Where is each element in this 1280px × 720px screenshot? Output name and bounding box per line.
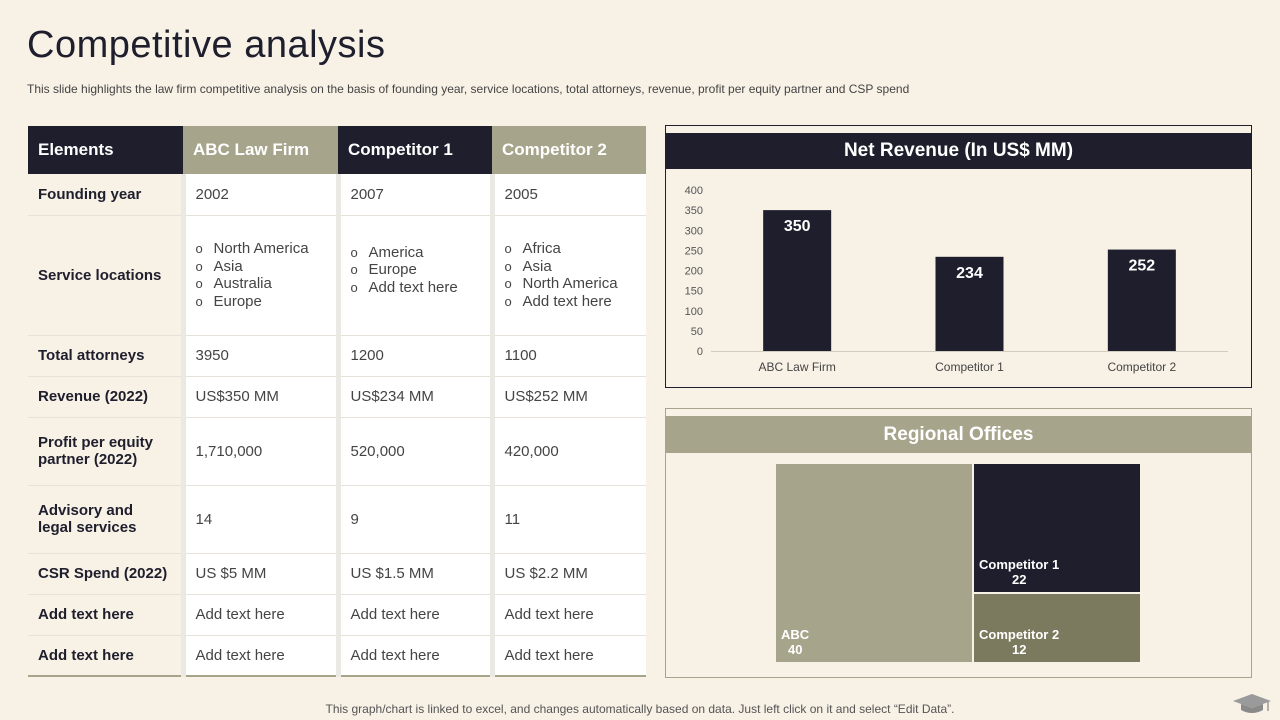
list-item: Asia	[505, 258, 637, 276]
table-cell: US $1.5 MM	[335, 553, 492, 595]
row-label: Revenue (2022)	[28, 376, 183, 418]
table-cell: 1,710,000	[180, 417, 338, 486]
table-cell: 1100	[489, 335, 646, 377]
treemap-label: ABC	[781, 627, 810, 642]
row-label: Add text here	[28, 594, 183, 636]
header-abc-law-firm: ABC Law Firm	[183, 126, 338, 174]
location-list: Africa Asia North America Add text here	[505, 240, 637, 310]
net-revenue-panel: Net Revenue (In US$ MM) 0 50 100 150 200 250 3…	[665, 125, 1252, 388]
bar-value-label: 350	[784, 218, 811, 235]
y-tick-label: 0	[697, 346, 703, 358]
table-cell: 9	[335, 485, 492, 554]
header-elements: Elements	[28, 126, 183, 174]
table-cell: 520,000	[335, 417, 492, 486]
treemap-value: 40	[788, 642, 803, 657]
table-row: Service locations North America Asia Aus…	[28, 215, 646, 336]
table-row: CSR Spend (2022) US $5 MM US $1.5 MM US …	[28, 553, 646, 595]
slide-subtitle: This slide highlights the law firm compe…	[27, 82, 910, 96]
table-cell: 14	[180, 485, 338, 554]
y-tick-label: 200	[685, 266, 703, 278]
list-item: Add text here	[505, 293, 637, 311]
table-row: Founding year 2002 2007 2005	[28, 174, 646, 216]
treemap-value: 12	[1012, 642, 1027, 657]
y-tick-label: 350	[685, 205, 703, 217]
table-cell: 11	[489, 485, 646, 554]
table-row: Profit per equity partner (2022) 1,710,0…	[28, 417, 646, 486]
table-cell: Add text here	[335, 635, 492, 677]
table-cell: US$350 MM	[180, 376, 338, 418]
location-list: America Europe Add text here	[351, 244, 480, 297]
list-item: Asia	[196, 258, 326, 276]
table-header-row: Elements ABC Law Firm Competitor 1 Compe…	[28, 126, 646, 174]
table-cell: 2002	[180, 174, 338, 216]
bar-value-label: 234	[956, 265, 983, 282]
header-competitor-1: Competitor 1	[338, 126, 492, 174]
table-row: Revenue (2022) US$350 MM US$234 MM US$25…	[28, 376, 646, 418]
table-cell: America Europe Add text here	[335, 215, 492, 336]
table-cell: North America Asia Australia Europe	[180, 215, 338, 336]
location-list: North America Asia Australia Europe	[196, 240, 326, 310]
table-cell: 3950	[180, 335, 338, 377]
treemap-label: Competitor 1	[979, 557, 1060, 572]
row-label: CSR Spend (2022)	[28, 553, 183, 595]
slide-title: Competitive analysis	[27, 24, 386, 66]
comparison-table: Elements ABC Law Firm Competitor 1 Compe…	[28, 126, 646, 677]
x-tick-label: ABC Law Firm	[758, 360, 835, 374]
table-cell: US $5 MM	[180, 553, 338, 595]
table-cell: 2007	[335, 174, 492, 216]
row-label: Service locations	[28, 215, 183, 336]
table-cell: Add text here	[335, 594, 492, 636]
list-item: North America	[196, 240, 326, 258]
table-cell: 1200	[335, 335, 492, 377]
y-tick-label: 250	[685, 245, 703, 257]
header-competitor-2: Competitor 2	[492, 126, 646, 174]
list-item: Europe	[351, 261, 480, 279]
table-cell: US$234 MM	[335, 376, 492, 418]
table-row: Add text here Add text here Add text her…	[28, 594, 646, 636]
table-cell: Add text here	[489, 594, 646, 636]
regional-offices-panel: Regional Offices ABC 40 Competitor 1 22 …	[665, 408, 1252, 678]
row-label: Profit per equity partner (2022)	[28, 417, 183, 486]
treemap-label: Competitor 2	[979, 627, 1060, 642]
table-cell: Africa Asia North America Add text here	[489, 215, 646, 336]
footer-note: This graph/chart is linked to excel, and…	[325, 702, 955, 716]
list-item: Add text here	[351, 279, 480, 297]
treemap-box-competitor-1: Competitor 1 22	[974, 464, 1140, 592]
table-cell: 420,000	[489, 417, 646, 486]
table-cell: Add text here	[180, 635, 338, 677]
table-cell: US $2.2 MM	[489, 553, 646, 595]
x-tick-label: Competitor 2	[1107, 360, 1176, 374]
list-item: North America	[505, 275, 637, 293]
list-item: America	[351, 244, 480, 262]
net-revenue-title: Net Revenue (In US$ MM)	[666, 133, 1251, 169]
y-tick-label: 300	[685, 225, 703, 237]
table-cell: US$252 MM	[489, 376, 646, 418]
net-revenue-chart: 0 50 100 150 200 250 300 350 400 350 ABC Law Firm 2…	[685, 185, 1228, 374]
treemap-box-competitor-2: Competitor 2 12	[974, 594, 1140, 662]
row-label: Total attorneys	[28, 335, 183, 377]
list-item: Europe	[196, 293, 326, 311]
list-item: Australia	[196, 275, 326, 293]
y-tick-label: 150	[685, 286, 703, 298]
table-row: Advisory and legal services 14 9 11	[28, 485, 646, 554]
table-cell: 2005	[489, 174, 646, 216]
row-label: Founding year	[28, 174, 183, 216]
regional-offices-title: Regional Offices	[666, 416, 1251, 453]
y-tick-label: 400	[685, 185, 703, 197]
y-tick-label: 100	[685, 306, 703, 318]
bar-value-label: 252	[1128, 258, 1155, 275]
table-row: Total attorneys 3950 1200 1100	[28, 335, 646, 377]
y-tick-label: 50	[691, 326, 703, 338]
table-row: Add text here Add text here Add text her…	[28, 635, 646, 677]
treemap-box-abc: ABC 40	[776, 464, 972, 662]
row-label: Add text here	[28, 635, 183, 677]
graduation-cap-icon	[1233, 694, 1271, 713]
row-label: Advisory and legal services	[28, 485, 183, 554]
table-cell: Add text here	[180, 594, 338, 636]
list-item: Africa	[505, 240, 637, 258]
table-cell: Add text here	[489, 635, 646, 677]
treemap-value: 22	[1012, 572, 1027, 587]
x-tick-label: Competitor 1	[935, 360, 1004, 374]
